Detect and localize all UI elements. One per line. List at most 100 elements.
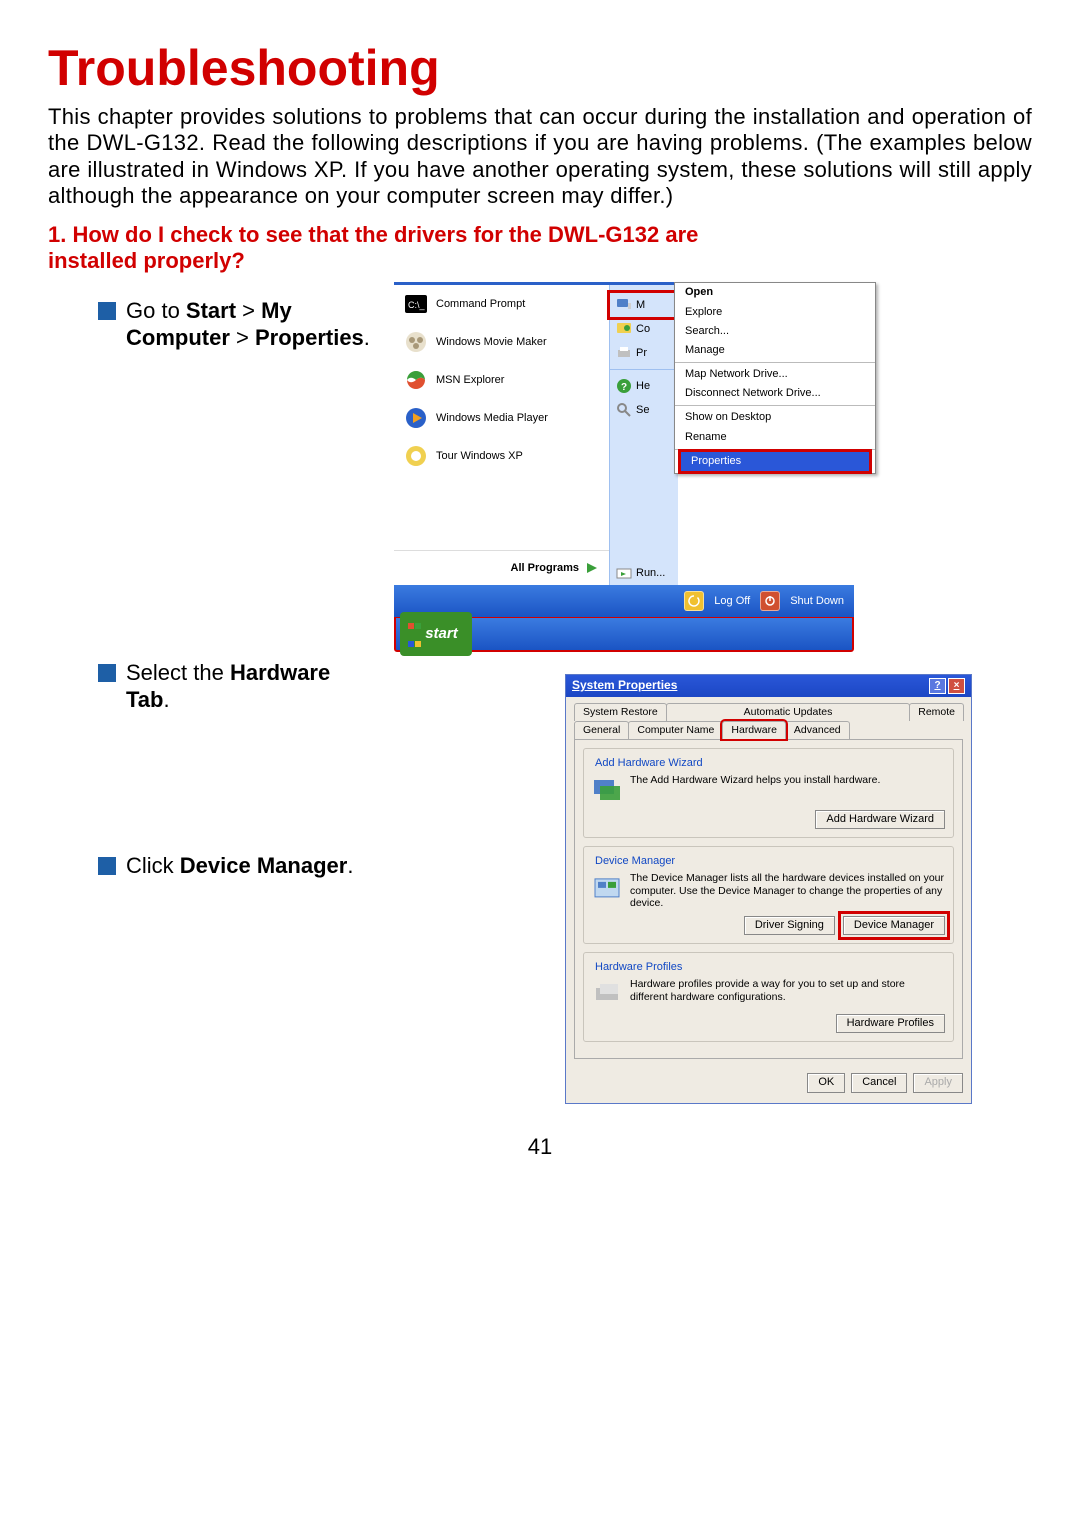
label: MSN Explorer: [436, 374, 504, 387]
tab-advanced[interactable]: Advanced: [785, 721, 850, 739]
label: He: [636, 380, 650, 393]
cmd-icon: C:\_: [404, 292, 428, 316]
tab-hardware[interactable]: Hardware: [722, 721, 786, 739]
my-computer-item[interactable]: M: [610, 293, 678, 317]
hardware-profiles-button[interactable]: Hardware Profiles: [836, 1014, 945, 1033]
step1-text: Go to Start > My Computer > Properties.: [126, 298, 378, 351]
page-title: Troubleshooting: [48, 38, 1032, 98]
ctx-map[interactable]: Map Network Drive...: [675, 365, 875, 384]
ctx-disconnect[interactable]: Disconnect Network Drive...: [675, 384, 875, 403]
titlebar: System Properties ? ×: [566, 675, 971, 697]
group-title: Device Manager: [592, 855, 678, 868]
close-button[interactable]: ×: [948, 678, 965, 694]
right-item-co[interactable]: Co: [610, 317, 678, 341]
label: Pr: [636, 347, 647, 360]
ctx-rename[interactable]: Rename: [675, 428, 875, 447]
right-item-se[interactable]: Se: [610, 398, 678, 422]
tab-system-restore[interactable]: System Restore: [574, 703, 667, 721]
label: All Programs: [511, 562, 579, 575]
hardware-icon: [592, 774, 622, 804]
ctx-show[interactable]: Show on Desktop: [675, 408, 875, 427]
text: Select the: [126, 660, 230, 685]
right-item-he[interactable]: ? He: [610, 374, 678, 398]
help-icon: ?: [616, 378, 632, 394]
menu-item-movie-maker[interactable]: Windows Movie Maker: [394, 323, 609, 361]
label: Windows Media Player: [436, 412, 548, 425]
tab-auto-updates[interactable]: Automatic Updates: [666, 703, 911, 721]
ctx-properties[interactable]: Properties: [681, 452, 869, 471]
help-button[interactable]: ?: [929, 678, 946, 694]
start-button[interactable]: start: [400, 612, 472, 656]
driver-signing-button[interactable]: Driver Signing: [744, 916, 835, 935]
step-row-2: Select the Hardware Tab. Click Device Ma…: [48, 660, 1032, 1103]
start-menu-figure: C:\_ Command Prompt Windows Movie Maker …: [394, 282, 854, 652]
run-icon: [616, 565, 632, 581]
ctx-explore[interactable]: Explore: [675, 303, 875, 322]
shutdown-label[interactable]: Shut Down: [790, 595, 844, 608]
shutdown-icon: [760, 591, 780, 611]
bullet-square-icon: [98, 664, 116, 682]
logoff-label[interactable]: Log Off: [714, 595, 750, 608]
logoff-icon: [684, 591, 704, 611]
page-number: 41: [48, 1134, 1032, 1160]
ok-button[interactable]: OK: [807, 1073, 845, 1092]
start-left-column: C:\_ Command Prompt Windows Movie Maker …: [394, 285, 609, 585]
taskbar: start: [394, 617, 854, 652]
add-hardware-wizard-button[interactable]: Add Hardware Wizard: [815, 810, 945, 829]
text: Go to: [126, 298, 186, 323]
group-title: Add Hardware Wizard: [592, 757, 706, 770]
tab-computer-name[interactable]: Computer Name: [628, 721, 723, 739]
windows-flag-icon: [408, 616, 421, 652]
ctx-open[interactable]: Open: [675, 283, 875, 302]
label: Windows Movie Maker: [436, 336, 547, 349]
label: start: [425, 625, 458, 643]
bold: Properties: [255, 325, 364, 350]
text: Click: [126, 853, 180, 878]
label: M: [636, 299, 645, 312]
profiles-icon: [592, 978, 622, 1008]
step-row-1: Go to Start > My Computer > Properties. …: [48, 282, 1032, 652]
label: Co: [636, 323, 650, 336]
context-menu: Open Explore Search... Manage Map Networ…: [674, 282, 876, 474]
intro-paragraph: This chapter provides solutions to probl…: [48, 104, 1032, 210]
group-title: Hardware Profiles: [592, 961, 685, 974]
ctx-search[interactable]: Search...: [675, 322, 875, 341]
step3-text: Click Device Manager.: [126, 853, 353, 879]
control-icon: [616, 321, 632, 337]
step3-bullet: Click Device Manager.: [48, 853, 378, 879]
msn-icon: [404, 368, 428, 392]
bullet-square-icon: [98, 857, 116, 875]
menu-item-wmp[interactable]: Windows Media Player: [394, 399, 609, 437]
devmgr-icon: [592, 872, 622, 910]
text: >: [236, 298, 261, 323]
step1-bullet: Go to Start > My Computer > Properties.: [48, 298, 378, 351]
group-hw-profiles: Hardware Profiles Hardware profiles prov…: [583, 952, 954, 1042]
menu-item-msn[interactable]: MSN Explorer: [394, 361, 609, 399]
menu-item-tour[interactable]: Tour Windows XP: [394, 437, 609, 475]
device-manager-button[interactable]: Device Manager: [843, 916, 945, 935]
right-item-pr[interactable]: Pr: [610, 341, 678, 365]
run-item[interactable]: Run...: [610, 561, 678, 585]
apply-button[interactable]: Apply: [913, 1073, 963, 1092]
cancel-button[interactable]: Cancel: [851, 1073, 907, 1092]
svg-text:C:\_: C:\_: [408, 300, 426, 310]
step2-bullet: Select the Hardware Tab.: [48, 660, 378, 713]
question-1: 1. How do I check to see that the driver…: [48, 222, 1032, 275]
tab-general[interactable]: General: [574, 721, 629, 739]
label: Run...: [636, 567, 665, 580]
label: Tour Windows XP: [436, 450, 523, 463]
tab-remote[interactable]: Remote: [909, 703, 964, 721]
search-icon: [616, 402, 632, 418]
label: Se: [636, 404, 649, 417]
movie-icon: [404, 330, 428, 354]
computer-icon: [616, 297, 632, 313]
svg-text:?: ?: [621, 382, 627, 393]
start-right-column: M Co Pr ? He Se: [609, 285, 678, 585]
tour-icon: [404, 444, 428, 468]
text: .: [347, 853, 353, 878]
all-programs[interactable]: All Programs: [394, 550, 609, 585]
ctx-manage[interactable]: Manage: [675, 341, 875, 360]
menu-item-command-prompt[interactable]: C:\_ Command Prompt: [394, 285, 609, 323]
text: >: [230, 325, 255, 350]
wmp-icon: [404, 406, 428, 430]
